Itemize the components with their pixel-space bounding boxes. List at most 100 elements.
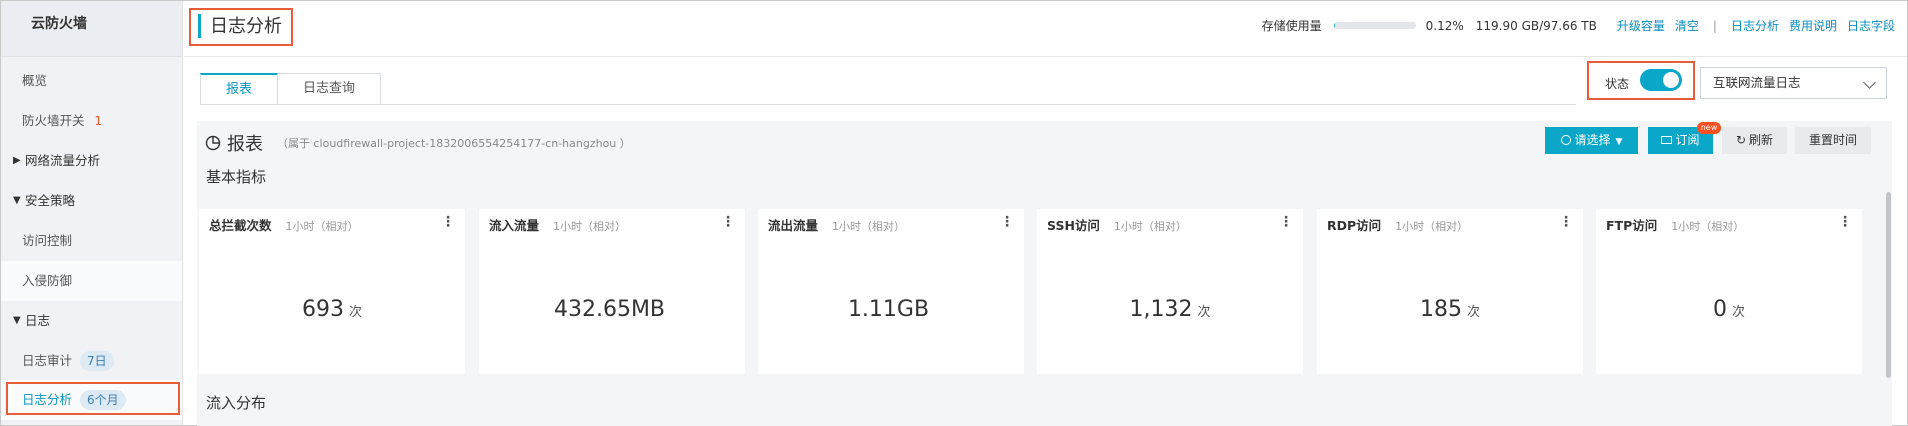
tab-log-query[interactable]: 日志查询 bbox=[278, 73, 382, 105]
page-title: 日志分析 bbox=[210, 16, 282, 37]
metric-unit: 次 bbox=[1197, 305, 1211, 320]
metric-number: 432.65MB bbox=[553, 297, 666, 322]
metric-range: 1小时（相对） bbox=[832, 220, 906, 233]
metric-title: SSH访问 bbox=[1047, 218, 1100, 233]
sidebar-title: 云防火墙 bbox=[1, 1, 182, 57]
select-button[interactable]: 请选择 ▼ bbox=[1545, 127, 1638, 154]
metric-range: 1小时（相对） bbox=[553, 220, 627, 233]
more-vertical-icon[interactable]: ⋮ bbox=[1279, 214, 1293, 230]
report-subtitle: （属于 cloudfirewall-project-18320065542541… bbox=[277, 137, 631, 150]
clock-icon bbox=[1560, 135, 1571, 145]
metric-range: 1小时（相对） bbox=[1395, 220, 1469, 233]
refresh-button[interactable]: ↻ 刷新 bbox=[1722, 127, 1787, 154]
log-type-select[interactable]: 互联网流量日志 bbox=[1700, 67, 1887, 99]
clear-link[interactable]: 清空 bbox=[1675, 17, 1699, 34]
tab-report[interactable]: 报表 bbox=[200, 73, 279, 105]
storage-label: 存储使用量 bbox=[1261, 19, 1322, 33]
more-vertical-icon[interactable]: ⋮ bbox=[1838, 214, 1852, 230]
sidebar-item-label: 防火墙开关 bbox=[22, 113, 85, 128]
metric-range: 1小时（相对） bbox=[1671, 220, 1745, 233]
metric-value: 185 次 bbox=[1317, 297, 1583, 322]
status-toggle[interactable] bbox=[1640, 69, 1682, 91]
storage-used: 119.90 GB/97.66 TB bbox=[1475, 18, 1597, 33]
reset-time-button[interactable]: 重置时间 bbox=[1795, 127, 1871, 154]
toggle-knob bbox=[1663, 72, 1679, 88]
metric-title: 流出流量 bbox=[768, 218, 819, 233]
separator: | bbox=[1712, 18, 1717, 33]
subscribe-button-label: 订阅 bbox=[1675, 133, 1700, 147]
more-vertical-icon[interactable]: ⋮ bbox=[1559, 214, 1573, 230]
chevron-down-icon bbox=[1863, 76, 1876, 89]
sidebar-item-label: 访问控制 bbox=[22, 233, 73, 248]
refresh-icon: ↻ bbox=[1735, 133, 1747, 147]
metric-card: 流入流量 1小时（相对） ⋮ 432.65MB bbox=[479, 209, 745, 374]
metric-value: 0次 bbox=[1596, 297, 1862, 322]
report-header: 报表 （属于 cloudfirewall-project-18320065542… bbox=[205, 130, 631, 156]
sidebar-item-logs[interactable]: ▼ 日志 bbox=[1, 301, 182, 341]
select-button-label: 请选择 bbox=[1574, 133, 1611, 147]
metric-value: 1,132 次 bbox=[1037, 297, 1303, 322]
sidebar-item-label: 网络流量分析 bbox=[25, 153, 101, 168]
sidebar-item-label: 日志审计 bbox=[22, 353, 73, 368]
sidebar-item-overview[interactable]: 概览 bbox=[1, 61, 182, 101]
section-title-inflow: 流入分布 bbox=[206, 394, 267, 412]
more-vertical-icon[interactable]: ⋮ bbox=[1000, 214, 1014, 230]
sidebar-item-label: 安全策略 bbox=[25, 193, 76, 208]
sidebar-item-label: 日志 bbox=[25, 313, 51, 328]
sidebar-item-label: 入侵防御 bbox=[22, 273, 73, 288]
retention-pill: 7日 bbox=[80, 351, 114, 371]
metric-range: 1小时（相对） bbox=[285, 220, 359, 233]
log-type-value: 互联网流量日志 bbox=[1713, 75, 1801, 90]
caret-right-icon: ▶ bbox=[13, 155, 21, 166]
metric-card: SSH访问 1小时（相对） ⋮ 1,132 次 bbox=[1037, 209, 1303, 374]
metric-title: RDP访问 bbox=[1327, 218, 1382, 233]
metric-value: 693 次 bbox=[199, 297, 465, 322]
log-analysis-link[interactable]: 日志分析 bbox=[1731, 17, 1779, 34]
metric-card-header: 总拦截次数 1小时（相对） bbox=[209, 215, 359, 234]
title-accent-bar bbox=[198, 14, 201, 38]
metric-range: 1小时（相对） bbox=[1113, 220, 1187, 233]
section-title-basic: 基本指标 bbox=[206, 168, 267, 186]
metric-title: 流入流量 bbox=[489, 218, 540, 233]
scrollbar-thumb[interactable] bbox=[1886, 192, 1891, 378]
report-title: 报表 bbox=[227, 134, 263, 155]
caret-down-icon: ▼ bbox=[13, 315, 21, 326]
sidebar-item-log-audit[interactable]: 日志审计 7日 bbox=[1, 341, 182, 381]
metric-value: 432.65MB bbox=[479, 297, 745, 322]
highlight-box bbox=[6, 382, 180, 415]
sidebar-item-label: 概览 bbox=[22, 73, 48, 88]
page-header: 日志分析 存储使用量 0.12% 119.90 GB/97.66 TB 升级容量… bbox=[184, 1, 1907, 57]
pricing-link[interactable]: 费用说明 bbox=[1789, 17, 1837, 34]
caret-down-icon: ▼ bbox=[1615, 137, 1623, 147]
caret-down-icon: ▼ bbox=[13, 195, 21, 206]
log-fields-link[interactable]: 日志字段 bbox=[1847, 17, 1895, 34]
more-vertical-icon[interactable]: ⋮ bbox=[441, 214, 455, 230]
storage-progress-bar bbox=[1333, 22, 1416, 29]
metric-card-header: 流入流量 1小时（相对） bbox=[489, 215, 626, 234]
mail-icon bbox=[1661, 136, 1673, 144]
metric-card-header: 流出流量 1小时（相对） bbox=[768, 215, 905, 234]
sidebar-item-traffic-analysis[interactable]: ▶ 网络流量分析 bbox=[1, 141, 182, 181]
sidebar-item-intrusion-prevention[interactable]: 入侵防御 bbox=[1, 261, 182, 301]
upgrade-capacity-link[interactable]: 升级容量 bbox=[1617, 17, 1665, 34]
metric-number: 693 bbox=[301, 297, 344, 322]
refresh-button-label: 刷新 bbox=[1749, 133, 1774, 147]
metric-card-header: FTP访问 1小时（相对） bbox=[1606, 215, 1744, 234]
sidebar-item-access-control[interactable]: 访问控制 bbox=[1, 221, 182, 261]
tabs-divider bbox=[200, 104, 1576, 105]
new-tag: new bbox=[1697, 122, 1721, 134]
metric-number: 1,132 bbox=[1129, 297, 1193, 322]
metric-title: 总拦截次数 bbox=[209, 218, 272, 233]
metric-number: 185 bbox=[1419, 297, 1462, 322]
sidebar-item-firewall-switch[interactable]: 防火墙开关 1 bbox=[1, 101, 182, 141]
more-vertical-icon[interactable]: ⋮ bbox=[721, 214, 735, 230]
sidebar-item-security-policy[interactable]: ▼ 安全策略 bbox=[1, 181, 182, 221]
tab-bar: 报表 日志查询 bbox=[200, 73, 382, 105]
metric-unit: 次 bbox=[1731, 305, 1745, 320]
metric-card: FTP访问 1小时（相对） ⋮ 0 次 bbox=[1596, 209, 1862, 374]
metric-value: 1.11GB bbox=[758, 297, 1024, 322]
metric-unit: 次 bbox=[1466, 305, 1480, 320]
storage-usage: 存储使用量 0.12% 119.90 GB/97.66 TB 升级容量 清空 |… bbox=[1262, 17, 1895, 34]
metric-number: 0 bbox=[1712, 297, 1727, 322]
status-label: 状态 bbox=[1605, 77, 1630, 91]
